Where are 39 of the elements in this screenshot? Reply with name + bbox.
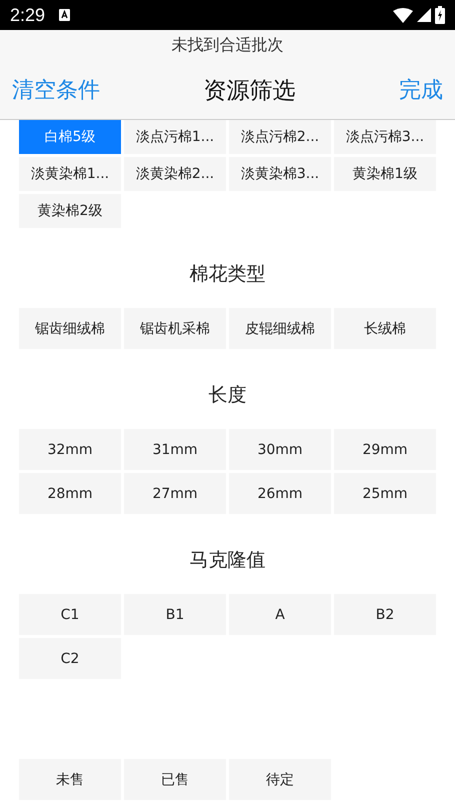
page-title: 资源筛选 [204, 76, 296, 106]
filter-option[interactable]: C2 [19, 638, 121, 679]
filter-option[interactable]: 26mm [229, 473, 331, 514]
section-title: 棉花类型 [190, 262, 266, 287]
filter-option[interactable]: 25mm [334, 473, 436, 514]
notification-icon [59, 9, 70, 21]
filter-option[interactable]: 未售 [19, 759, 121, 800]
filter-option[interactable]: 淡黄染棉3... [229, 157, 331, 191]
filter-option[interactable]: B1 [124, 594, 226, 635]
filter-option[interactable]: 淡黄染棉2... [124, 157, 226, 191]
filter-option[interactable]: 27mm [124, 473, 226, 514]
filter-option[interactable]: 待定 [229, 759, 331, 800]
status-time: 2:29 [10, 4, 46, 26]
section-title: 马克隆值 [190, 548, 266, 573]
filter-option[interactable]: 淡点污棉1... [124, 120, 226, 154]
filter-option[interactable]: B2 [334, 594, 436, 635]
filter-option[interactable]: 32mm [19, 429, 121, 470]
signal-icon [417, 8, 431, 22]
filter-option[interactable]: 皮辊细绒棉 [229, 308, 331, 349]
notice-text: 未找到合适批次 [170, 34, 284, 56]
filter-option[interactable]: 白棉5级 [19, 120, 121, 154]
filter-option[interactable]: 长绒棉 [334, 308, 436, 349]
filter-option[interactable]: A [229, 594, 331, 635]
filter-option[interactable]: 锯齿细绒棉 [19, 308, 121, 349]
filter-option[interactable]: 锯齿机采棉 [124, 308, 226, 349]
filter-option[interactable]: C1 [19, 594, 121, 635]
filter-option[interactable]: 已售 [124, 759, 226, 800]
section-title: 长度 [208, 383, 246, 408]
filter-option[interactable]: 淡点污棉3... [334, 120, 436, 154]
filter-option[interactable]: 28mm [19, 473, 121, 514]
filter-option[interactable]: 淡黄染棉1... [19, 157, 121, 191]
filter-option[interactable]: 黄染棉2级 [19, 194, 121, 228]
filter-option[interactable]: 29mm [334, 429, 436, 470]
filter-option[interactable]: 30mm [229, 429, 331, 470]
filter-option[interactable]: 31mm [124, 429, 226, 470]
battery-icon [435, 6, 445, 24]
filter-option[interactable]: 淡点污棉2... [229, 120, 331, 154]
wifi-icon [393, 8, 413, 22]
filter-option[interactable]: 黄染棉1级 [334, 157, 436, 191]
